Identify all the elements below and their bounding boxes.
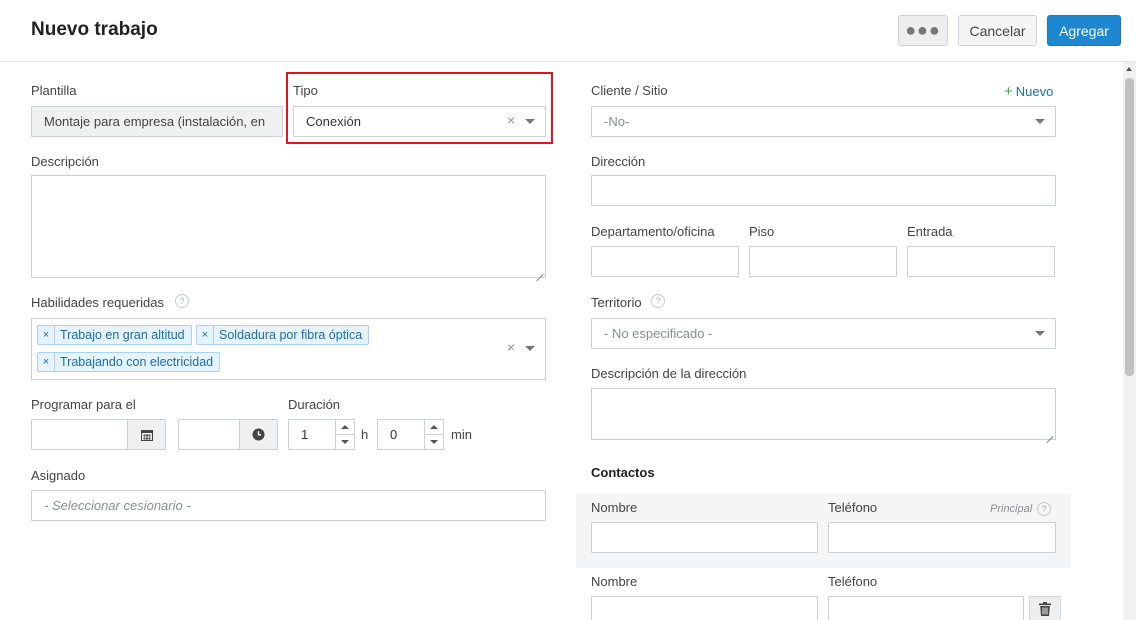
chevron-down-icon[interactable] [1035,119,1045,124]
template-value: Montaje para empresa (instalación, en [44,114,266,129]
schedule-date-input[interactable] [31,419,166,450]
address-label: Dirección [591,154,646,169]
duration-hours-value: 1 [301,427,309,442]
highlight-box [286,72,553,144]
clear-skills-icon[interactable]: × [507,339,515,355]
address-description-textarea[interactable] [591,388,1056,440]
territory-label: Territorio [591,295,642,310]
cancel-button[interactable]: Cancelar [958,15,1037,46]
duration-label: Duración [288,397,341,412]
minutes-unit: min [451,427,472,442]
floor-input[interactable] [749,246,897,277]
template-label: Plantilla [31,83,77,98]
contact-name-input[interactable] [591,522,818,553]
chevron-down-icon[interactable] [1035,331,1045,336]
scrollbar[interactable] [1123,62,1136,620]
template-field[interactable]: Montaje para empresa (instalación, en [31,106,283,137]
schedule-time-input[interactable] [178,419,278,450]
assigned-label: Asignado [31,468,86,483]
scroll-thumb[interactable] [1125,78,1134,376]
modal-header: Nuevo trabajo ●●● Cancelar Agregar [0,0,1136,62]
contact-phone-input[interactable] [828,522,1056,553]
entrance-label: Entrada [907,224,953,239]
hours-spinner[interactable] [335,420,354,449]
apartment-input[interactable] [591,246,739,277]
remove-tag-icon[interactable]: × [38,326,55,344]
decrement-icon[interactable] [336,435,354,450]
increment-icon[interactable] [425,420,443,435]
calendar-icon[interactable] [127,420,165,449]
territory-select[interactable]: - No especificado - [591,318,1056,349]
contact-phone-label: Teléfono [828,574,878,589]
clock-icon[interactable] [239,420,277,449]
plus-icon: + [1004,83,1013,100]
remove-tag-icon[interactable]: × [197,326,214,344]
new-client-link[interactable]: + Nuevo [1004,83,1053,100]
contact-name-label: Nombre [591,500,638,515]
add-button[interactable]: Agregar [1047,15,1121,46]
increment-icon[interactable] [336,420,354,435]
minutes-spinner[interactable] [424,420,443,449]
skill-tag: × Soldadura por fibra óptica [196,325,370,345]
decrement-icon[interactable] [425,435,443,450]
scroll-up-icon[interactable] [1126,67,1132,71]
apartment-label: Departamento/oficina [591,224,715,239]
duration-hours-stepper[interactable]: 1 [288,419,355,450]
principal-label: Principal [990,503,1033,515]
skills-label: Habilidades requeridas [31,295,164,310]
skills-multiselect[interactable]: × Trabajo en gran altitud × Soldadura po… [31,318,546,380]
assignee-select[interactable]: - Seleccionar cesionario - [31,490,546,521]
page-title: Nuevo trabajo [31,19,158,40]
skill-tag: × Trabajo en gran altitud [37,325,192,345]
remove-tag-icon[interactable]: × [38,353,55,371]
description-label: Descripción [31,154,99,169]
entrance-input[interactable] [907,246,1055,277]
duration-minutes-value: 0 [390,427,398,442]
description-textarea[interactable] [31,175,546,278]
address-description-label: Descripción de la dirección [591,366,747,381]
help-icon[interactable]: ? [175,294,189,308]
client-select[interactable]: -No- [591,106,1056,137]
schedule-label: Programar para el [31,397,136,412]
floor-label: Piso [749,224,775,239]
resize-handle-icon[interactable] [1045,429,1053,437]
contacts-title: Contactos [591,465,655,480]
contact-phone-label: Teléfono [828,500,878,515]
hours-unit: h [361,427,369,442]
help-icon[interactable]: ? [1037,502,1051,516]
more-options-button[interactable]: ●●● [898,15,948,46]
client-label: Cliente / Sitio [591,83,668,98]
contact-name-input[interactable] [591,596,818,620]
skill-tag: × Trabajando con electricidad [37,352,221,372]
address-input[interactable] [591,175,1056,206]
help-icon[interactable]: ? [651,294,665,308]
delete-contact-button[interactable] [1029,596,1061,620]
chevron-down-icon[interactable] [525,346,535,351]
contact-phone-input[interactable] [828,596,1024,620]
contact-name-label: Nombre [591,574,638,589]
duration-minutes-stepper[interactable]: 0 [377,419,444,450]
trash-icon [1039,602,1051,616]
resize-handle-icon[interactable] [535,267,543,275]
